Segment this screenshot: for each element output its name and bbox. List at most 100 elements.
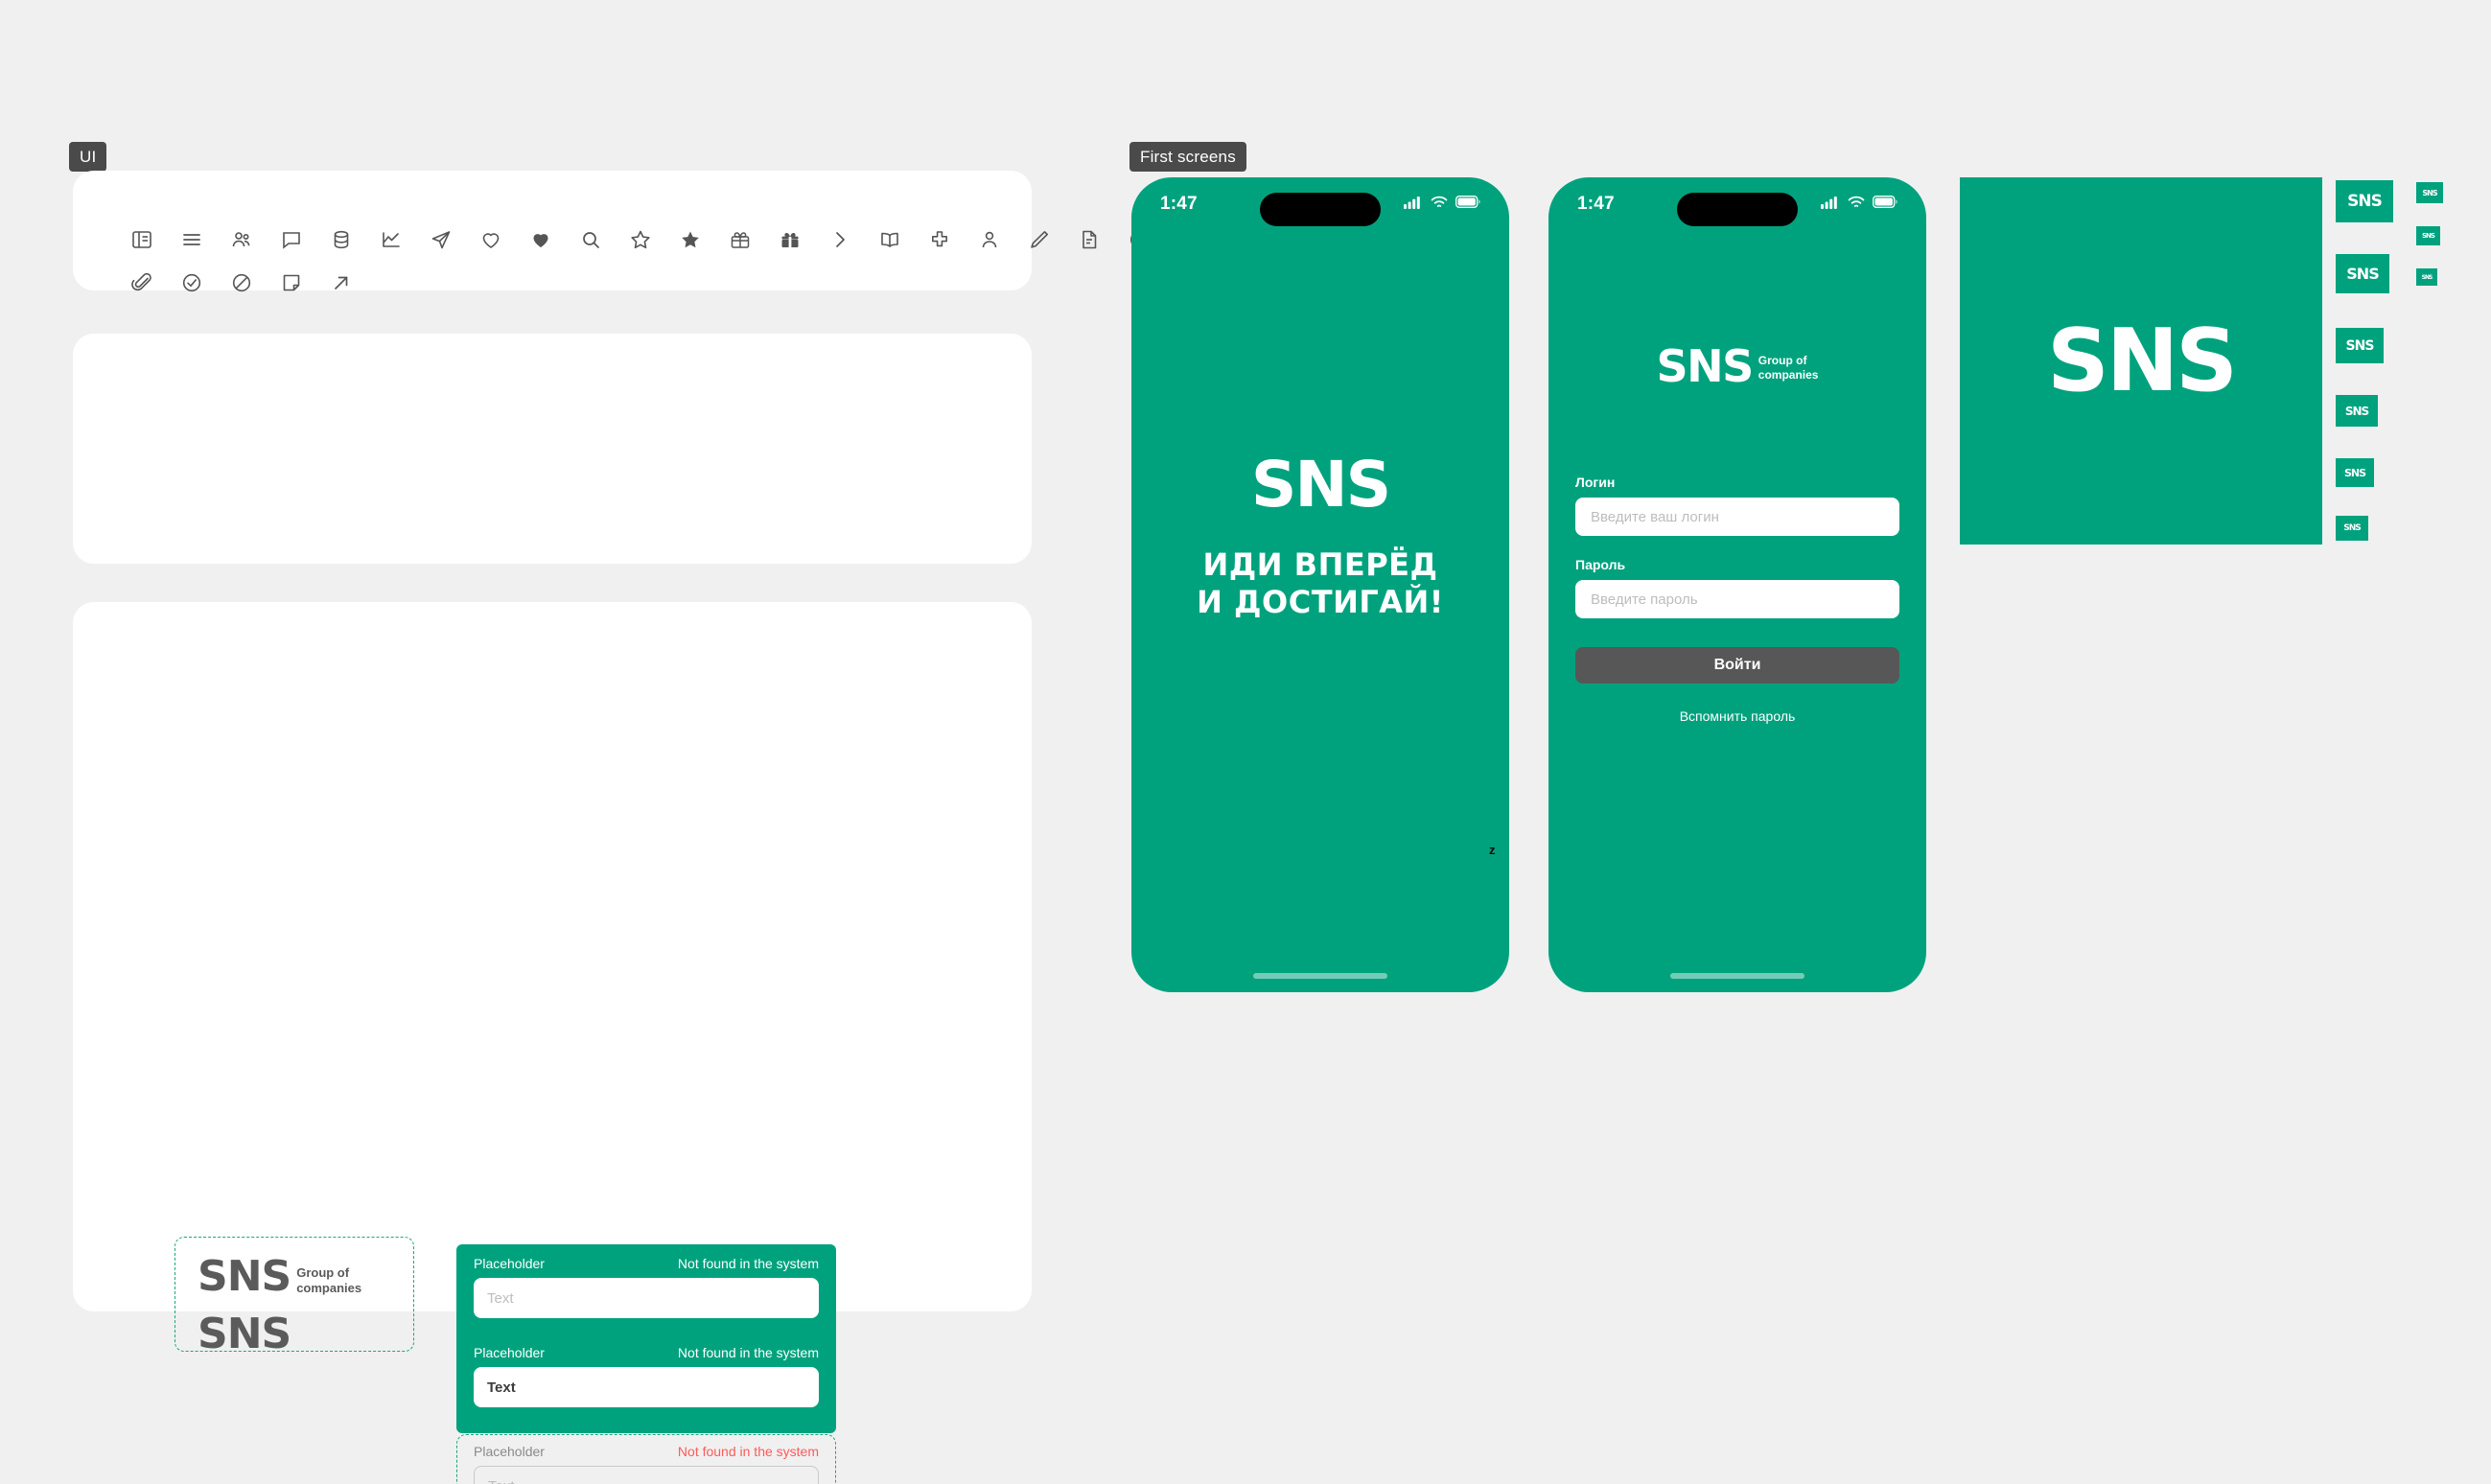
check-circle-icon[interactable] — [178, 269, 205, 296]
phone-login-screen: 1:47 SNS Group of companies Логин Введит… — [1548, 177, 1926, 992]
logo-swatch-md5: SNS — [2336, 458, 2374, 487]
field-value: Text — [487, 1289, 514, 1307]
logo-swatch-md3: SNS — [2336, 328, 2384, 363]
heart-filled-icon[interactable] — [527, 226, 554, 253]
logo-wordmark-secondary: SNS — [198, 1310, 291, 1358]
field-hint: Not found in the system — [677, 1256, 819, 1271]
login-logo: SNS Group of companies — [1548, 340, 1926, 392]
status-indicators — [1821, 196, 1897, 214]
password-field-label: Пароль — [1575, 557, 1626, 572]
password-input[interactable]: Введите пароль — [1575, 580, 1899, 618]
tabbar-card: 10 Tab 10 Tab Будь в теме Все свои — [73, 334, 1032, 867]
text-input[interactable]: Text — [474, 1367, 819, 1407]
home-indicator[interactable] — [1253, 973, 1387, 979]
book-icon[interactable] — [876, 226, 903, 253]
swatch-wordmark: SNS — [2346, 265, 2379, 283]
status-time: 1:47 — [1577, 194, 1615, 214]
icon-library-card — [73, 171, 1247, 292]
field-label: Placeholder — [474, 1256, 545, 1271]
gift-filled-icon[interactable] — [777, 226, 803, 253]
search-icon[interactable] — [577, 226, 604, 253]
login-wordmark: SNS — [1656, 340, 1755, 392]
message-square-icon[interactable] — [278, 226, 305, 253]
field-value-filled: Placeholder Not found in the system Text — [474, 1345, 819, 1407]
swatch-wordmark: SNS — [2047, 311, 2238, 411]
document-icon[interactable] — [1076, 226, 1103, 253]
frame-tag-first-screens[interactable]: First screens — [1129, 142, 1246, 172]
field-hint: Not found in the system — [677, 1444, 819, 1459]
signal-icon — [1404, 196, 1423, 214]
pencil-icon[interactable] — [1026, 226, 1053, 253]
logo-swatch-md2: SNS — [2336, 254, 2389, 293]
field-label: Placeholder — [474, 1444, 545, 1459]
splash-wordmark: SNS — [1250, 448, 1391, 522]
text-input[interactable]: Text — [474, 1466, 819, 1484]
swatch-wordmark: SNS — [2344, 404, 2369, 418]
logo-tagline-line1: Group of — [296, 1265, 350, 1280]
design-canvas: UI SNS Group of companies SNS Placeholde… — [0, 0, 2491, 1484]
heart-outline-icon[interactable] — [477, 226, 504, 253]
logo-swatch-sm2: SNS — [2416, 226, 2440, 245]
phone-splash-screen: 1:47 SNS ИДИ ВПЕРЁД И ДОСТИГАЙ! z — [1131, 177, 1509, 992]
arrow-up-right-icon[interactable] — [328, 269, 355, 296]
logo-tagline-line2: companies — [296, 1281, 362, 1296]
frame-tag-ui[interactable]: UI — [69, 142, 107, 172]
users-icon[interactable] — [228, 226, 255, 253]
splash-content: SNS ИДИ ВПЕРЁД И ДОСТИГАЙ! — [1131, 448, 1509, 621]
swatch-wordmark: SNS — [2422, 188, 2437, 197]
field-head: Placeholder Not found in the system — [474, 1345, 819, 1360]
swatch-wordmark: SNS — [2347, 192, 2383, 211]
battery-icon — [1455, 196, 1480, 213]
wifi-icon — [1848, 196, 1865, 214]
user-icon[interactable] — [976, 226, 1003, 253]
note-icon[interactable] — [278, 269, 305, 296]
icon-library — [128, 226, 1252, 313]
field-head: Placeholder Not found in the system — [474, 1444, 819, 1459]
forgot-password-link[interactable]: Вспомнить пароль — [1575, 708, 1899, 724]
swatch-wordmark: SNS — [2343, 466, 2366, 479]
login-tagline-line2: companies — [1758, 368, 1819, 382]
field-label: Placeholder — [474, 1345, 545, 1360]
field-value: Text — [487, 1379, 516, 1396]
splash-slogan: ИДИ ВПЕРЁД И ДОСТИГАЙ! — [1131, 546, 1509, 621]
login-input[interactable]: Введите ваш логин — [1575, 498, 1899, 536]
slogan-line-2: И ДОСТИГАЙ! — [1197, 584, 1444, 621]
plus-cross-icon[interactable] — [926, 226, 953, 253]
book-open-icon[interactable] — [128, 226, 155, 253]
login-form: Логин Введите ваш логин Пароль Введите п… — [1575, 475, 1899, 724]
home-indicator[interactable] — [1670, 973, 1804, 979]
password-input-placeholder: Введите пароль — [1591, 591, 1698, 608]
status-indicators — [1404, 196, 1480, 214]
field-hint: Not found in the system — [677, 1345, 819, 1360]
logo-secondary: SNS — [198, 1310, 291, 1358]
star-outline-icon[interactable] — [627, 226, 654, 253]
chevron-right-icon[interactable] — [826, 226, 853, 253]
database-icon[interactable] — [328, 226, 355, 253]
text-input[interactable]: Text — [474, 1278, 819, 1318]
logo-swatch-sm1: SNS — [2416, 182, 2443, 203]
logo-primary: SNS Group of companies — [198, 1252, 361, 1301]
login-submit-button[interactable]: Войти — [1575, 647, 1899, 684]
send-icon[interactable] — [428, 226, 454, 253]
paperclip-icon[interactable] — [128, 269, 155, 296]
logo-swatch-md1: SNS — [2336, 180, 2393, 222]
ban-icon[interactable] — [228, 269, 255, 296]
logo-swatch-md6: SNS — [2336, 516, 2368, 541]
field-value: Text — [488, 1478, 515, 1484]
z-mark: z — [1489, 843, 1496, 857]
logo-wordmark: SNS — [198, 1252, 291, 1301]
logo-swatch-large: SNS — [1960, 177, 2322, 545]
gift-outline-icon[interactable] — [727, 226, 754, 253]
field-placeholder-outlined: Placeholder Not found in the system Text — [474, 1444, 819, 1484]
dynamic-island — [1260, 193, 1381, 226]
icon-row-1 — [128, 226, 1252, 253]
login-field-label: Логин — [1575, 475, 1616, 490]
chart-line-icon[interactable] — [378, 226, 405, 253]
login-input-placeholder: Введите ваш логин — [1591, 508, 1719, 525]
swatch-wordmark: SNS — [2345, 337, 2375, 354]
star-filled-icon[interactable] — [677, 226, 704, 253]
swatch-wordmark: SNS — [2422, 232, 2435, 240]
logo-swatch-md4: SNS — [2336, 395, 2378, 427]
menu-icon[interactable] — [178, 226, 205, 253]
field-head: Placeholder Not found in the system — [474, 1256, 819, 1271]
